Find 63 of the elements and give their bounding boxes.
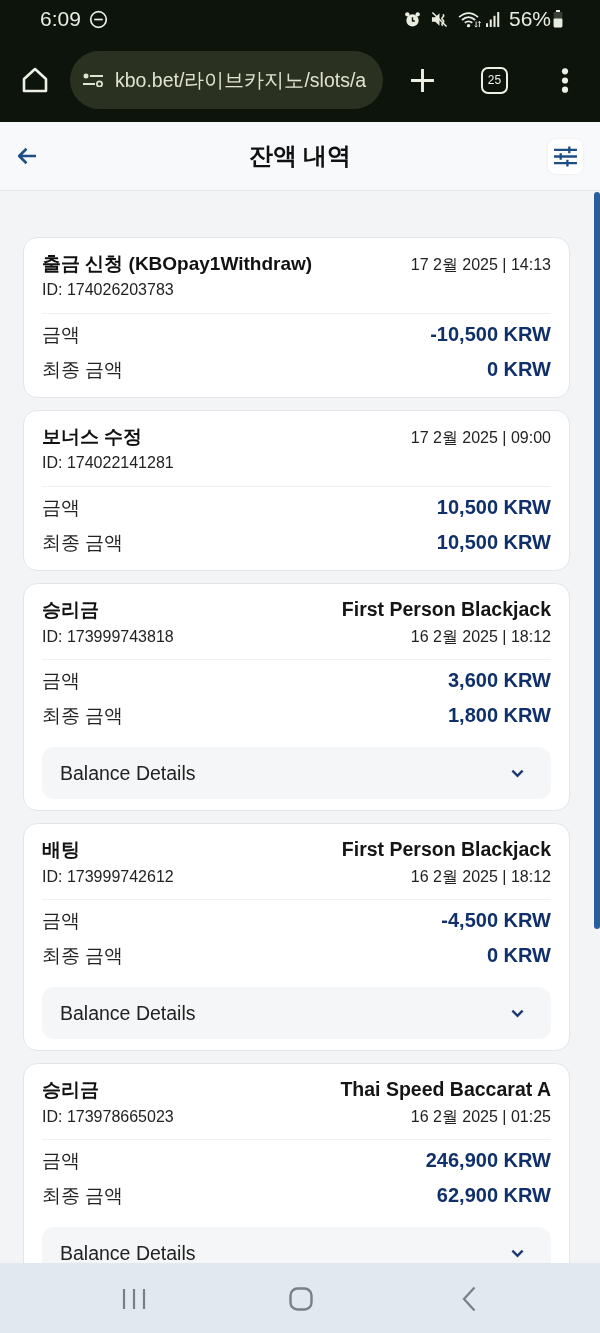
- transaction-id: ID: 174026203783: [42, 281, 174, 299]
- transaction-date: 16 2월 2025 | 18:12: [410, 867, 551, 887]
- amount-value: 10,500 KRW: [436, 496, 551, 519]
- transaction-date: 17 2월 2025 | 14:13: [410, 255, 551, 275]
- transaction-type: 승리금: [42, 598, 99, 622]
- transaction-id: ID: 173978665023: [42, 1108, 174, 1126]
- amount-label: 최종 금액: [42, 531, 124, 555]
- battery-percent: 56%: [508, 7, 551, 31]
- game-name: First Person Blackjack: [341, 598, 551, 621]
- page-title: 잔액 내역: [248, 141, 352, 171]
- left-chevron-icon[interactable]: [462, 1286, 476, 1312]
- amount-value: -4,500 KRW: [441, 909, 551, 932]
- signal-icon: [485, 10, 500, 28]
- amount-value: -10,500 KRW: [430, 323, 551, 346]
- menu-icon[interactable]: [561, 67, 569, 93]
- amount-value: 0 KRW: [486, 944, 551, 967]
- plus-icon[interactable]: [410, 67, 435, 93]
- alarm-clock-icon: [403, 10, 421, 28]
- transaction-type: 보너스 수정: [42, 425, 143, 449]
- amount-label: 금액: [42, 669, 80, 693]
- transaction-id: ID: 173999743818: [42, 628, 174, 646]
- filter-button[interactable]: [548, 138, 583, 174]
- transaction-type: 배팅: [42, 838, 80, 862]
- game-name: First Person Blackjack: [341, 838, 551, 861]
- tab-switcher-button[interactable]: 25: [481, 66, 508, 94]
- amount-label: 금액: [42, 1149, 80, 1173]
- amount-label: 최종 금액: [42, 944, 124, 968]
- balance-details-button[interactable]: Balance Details: [42, 987, 551, 1039]
- amount-value: 0 KRW: [486, 358, 551, 381]
- transaction-date: 16 2월 2025 | 01:25: [410, 1107, 551, 1127]
- amount-value: 10,500 KRW: [436, 531, 551, 554]
- balance-details-button[interactable]: Balance Details: [42, 1227, 551, 1263]
- transaction-id: ID: 174022141281: [42, 454, 174, 472]
- amount-label: 금액: [42, 909, 80, 933]
- amount-label: 금액: [42, 496, 80, 520]
- battery-icon: [553, 10, 563, 28]
- balance-details-button[interactable]: Balance Details: [42, 747, 551, 799]
- amount-value: 246,900 KRW: [425, 1149, 551, 1172]
- amount-value: 1,800 KRW: [448, 704, 551, 727]
- tune-icon: [82, 73, 104, 87]
- sliders-icon: [554, 145, 577, 167]
- house-icon[interactable]: [21, 66, 49, 94]
- minus-circle-icon: [88, 9, 108, 29]
- game-name: Thai Speed Baccarat A: [340, 1078, 551, 1101]
- transaction-id: ID: 173999742612: [42, 868, 174, 886]
- amount-value: 3,600 KRW: [448, 669, 551, 692]
- transaction-date: 16 2월 2025 | 18:12: [410, 627, 551, 647]
- amount-label: 최종 금액: [42, 358, 124, 382]
- transaction-type: 출금 신청 (KBOpay1Withdraw): [42, 252, 313, 276]
- amount-label: 최종 금액: [42, 1184, 124, 1208]
- scrollbar-thumb[interactable]: [594, 192, 600, 929]
- rounded-square-icon[interactable]: [289, 1287, 313, 1311]
- amount-value: 62,900 KRW: [436, 1184, 551, 1207]
- wifi-icon: [457, 10, 481, 28]
- muted-speaker-icon: [430, 10, 448, 28]
- address-bar[interactable]: kbo.bet/라이브카지노/slots/a: [70, 51, 383, 109]
- amount-label: 최종 금액: [42, 704, 124, 728]
- amount-label: 금액: [42, 323, 80, 347]
- vertical-bars-icon[interactable]: [122, 1288, 146, 1310]
- status-time: 6:09: [40, 7, 81, 31]
- left-arrow-icon[interactable]: [17, 147, 37, 165]
- transaction-type: 승리금: [42, 1078, 99, 1102]
- transaction-date: 17 2월 2025 | 09:00: [410, 428, 551, 448]
